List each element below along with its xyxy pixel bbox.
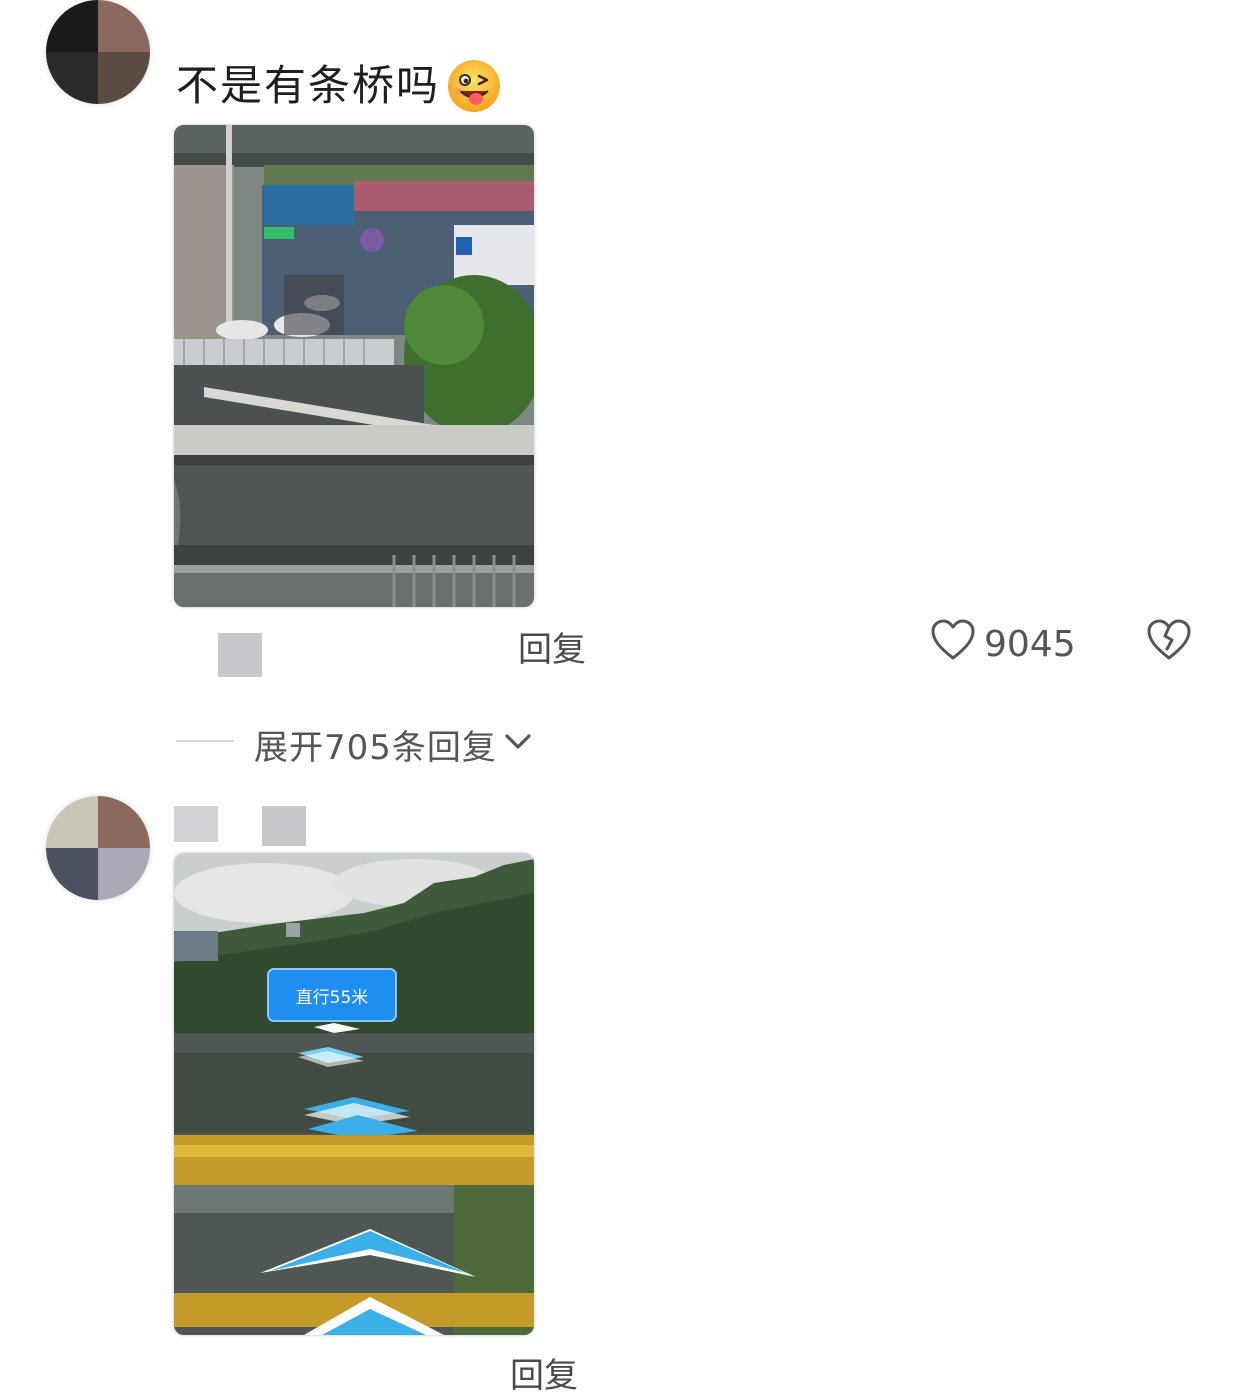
expand-divider: [176, 740, 234, 742]
expand-replies-button[interactable]: 展开705条回复: [254, 720, 533, 769]
ar-nav-label: 直行55米: [296, 988, 369, 1008]
avatar[interactable]: [46, 0, 150, 104]
username-mosaic: [218, 633, 262, 677]
like-count-label: 9045: [984, 624, 1076, 665]
avatar[interactable]: [46, 796, 150, 900]
username-mosaic: [174, 806, 218, 842]
chevron-down-icon: [503, 725, 533, 765]
winking-tongue-face-icon: [446, 58, 502, 114]
reply-button[interactable]: 回复: [510, 1348, 578, 1397]
like-button[interactable]: 9045: [930, 618, 1076, 671]
reply-button[interactable]: 回复: [518, 622, 586, 671]
username-mosaic: [262, 806, 306, 846]
comment-text-label: 不是有条桥吗: [176, 61, 441, 110]
broken-heart-icon[interactable]: [1146, 618, 1192, 666]
comment-text: 不是有条桥吗: [176, 58, 502, 114]
expand-replies-label: 展开705条回复: [254, 728, 497, 768]
comment-photo-river-street[interactable]: [174, 125, 534, 607]
comment-photo-ar-navigation[interactable]: 直行55米: [174, 853, 534, 1335]
heart-outline-icon: [930, 618, 976, 671]
